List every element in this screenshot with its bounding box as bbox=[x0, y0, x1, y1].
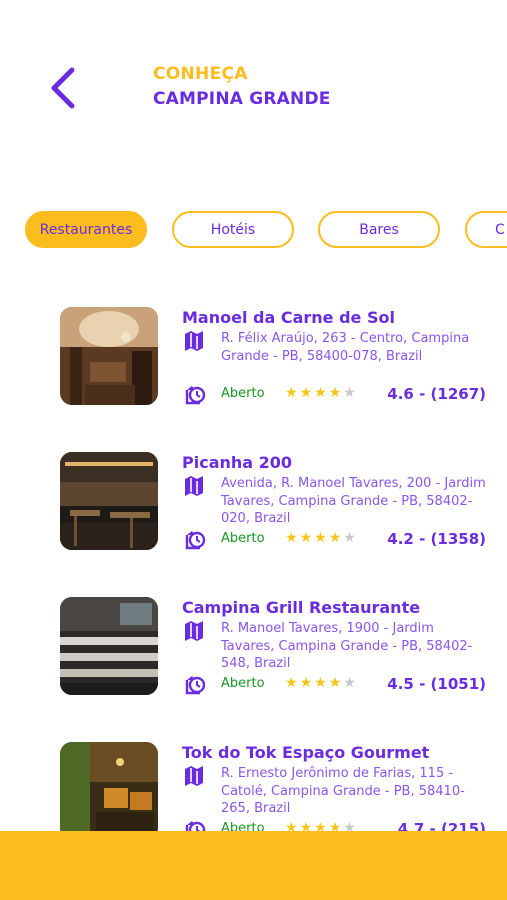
star-filled-icon: ★ bbox=[328, 385, 344, 401]
page-title-line2: CAMPINA GRANDE bbox=[153, 89, 331, 109]
star-filled-icon: ★ bbox=[285, 675, 300, 691]
place-photo bbox=[60, 452, 158, 550]
place-photo bbox=[60, 742, 158, 840]
map-icon bbox=[185, 331, 203, 351]
star-empty-icon: ★ bbox=[343, 385, 358, 401]
star-rating: ★★★★★ bbox=[285, 675, 358, 691]
header: CONHEÇA CAMPINA GRANDE bbox=[0, 0, 507, 180]
opening-hours-icon bbox=[185, 531, 206, 550]
category-tabs: Restaurantes Hotéis Bares C bbox=[0, 211, 507, 251]
map-icon bbox=[185, 476, 203, 496]
place-photo bbox=[60, 597, 158, 695]
place-name: Picanha 200 bbox=[182, 453, 293, 472]
place-address: Avenida, R. Manoel Tavares, 200 - Jardim… bbox=[221, 476, 486, 526]
place-address: R. Ernesto Jerônimo de Farias, 115 - Cat… bbox=[221, 766, 465, 816]
place-name: Tok do Tok Espaço Gourmet bbox=[182, 743, 430, 762]
star-filled-icon: ★ bbox=[285, 530, 300, 546]
place-card[interactable]: Manoel da Carne de Sol R. Félix Araújo, … bbox=[0, 300, 507, 410]
rating-value: 4.5 - (1051) bbox=[387, 675, 486, 693]
rating-value: 4.2 - (1358) bbox=[387, 530, 486, 548]
chevron-left-icon bbox=[51, 67, 75, 109]
star-filled-icon: ★ bbox=[285, 385, 300, 401]
place-card[interactable]: Campina Grill Restaurante R. Manoel Tava… bbox=[0, 590, 507, 700]
place-address: R. Félix Araújo, 263 - Centro, Campina G… bbox=[221, 331, 470, 364]
tab-hoteis[interactable]: Hotéis bbox=[172, 211, 294, 248]
opening-hours-icon bbox=[185, 386, 206, 405]
rating-value: 4.6 - (1267) bbox=[387, 385, 486, 403]
star-rating: ★★★★★ bbox=[285, 385, 358, 401]
star-filled-icon: ★ bbox=[328, 530, 344, 546]
star-filled-icon: ★ bbox=[299, 530, 315, 546]
back-button[interactable] bbox=[44, 62, 84, 114]
open-status: Aberto bbox=[221, 676, 265, 691]
star-filled-icon: ★ bbox=[314, 385, 329, 401]
place-photo bbox=[60, 307, 158, 405]
star-filled-icon: ★ bbox=[328, 675, 344, 691]
place-card[interactable]: Tok do Tok Espaço Gourmet R. Ernesto Jer… bbox=[0, 735, 507, 845]
map-icon bbox=[185, 766, 203, 786]
map-icon bbox=[185, 621, 203, 641]
place-card[interactable]: Picanha 200 Avenida, R. Manoel Tavares, … bbox=[0, 445, 507, 555]
open-status: Aberto bbox=[221, 386, 265, 401]
star-empty-icon: ★ bbox=[343, 530, 358, 546]
tab-restaurantes[interactable]: Restaurantes bbox=[25, 211, 147, 248]
place-name: Campina Grill Restaurante bbox=[182, 598, 421, 617]
page-title-line1: CONHEÇA bbox=[153, 64, 248, 84]
star-filled-icon: ★ bbox=[314, 530, 329, 546]
star-filled-icon: ★ bbox=[299, 675, 315, 691]
tab-bares[interactable]: Bares bbox=[318, 211, 440, 248]
place-name: Manoel da Carne de Sol bbox=[182, 308, 395, 327]
opening-hours-icon bbox=[185, 676, 206, 695]
bottom-bar bbox=[0, 831, 507, 900]
star-filled-icon: ★ bbox=[299, 385, 315, 401]
star-empty-icon: ★ bbox=[343, 675, 358, 691]
tab-partial[interactable]: C bbox=[465, 211, 507, 248]
star-filled-icon: ★ bbox=[314, 675, 329, 691]
open-status: Aberto bbox=[221, 531, 265, 546]
place-address: R. Manoel Tavares, 1900 - Jardim Tavares… bbox=[221, 621, 473, 671]
star-rating: ★★★★★ bbox=[285, 530, 358, 546]
